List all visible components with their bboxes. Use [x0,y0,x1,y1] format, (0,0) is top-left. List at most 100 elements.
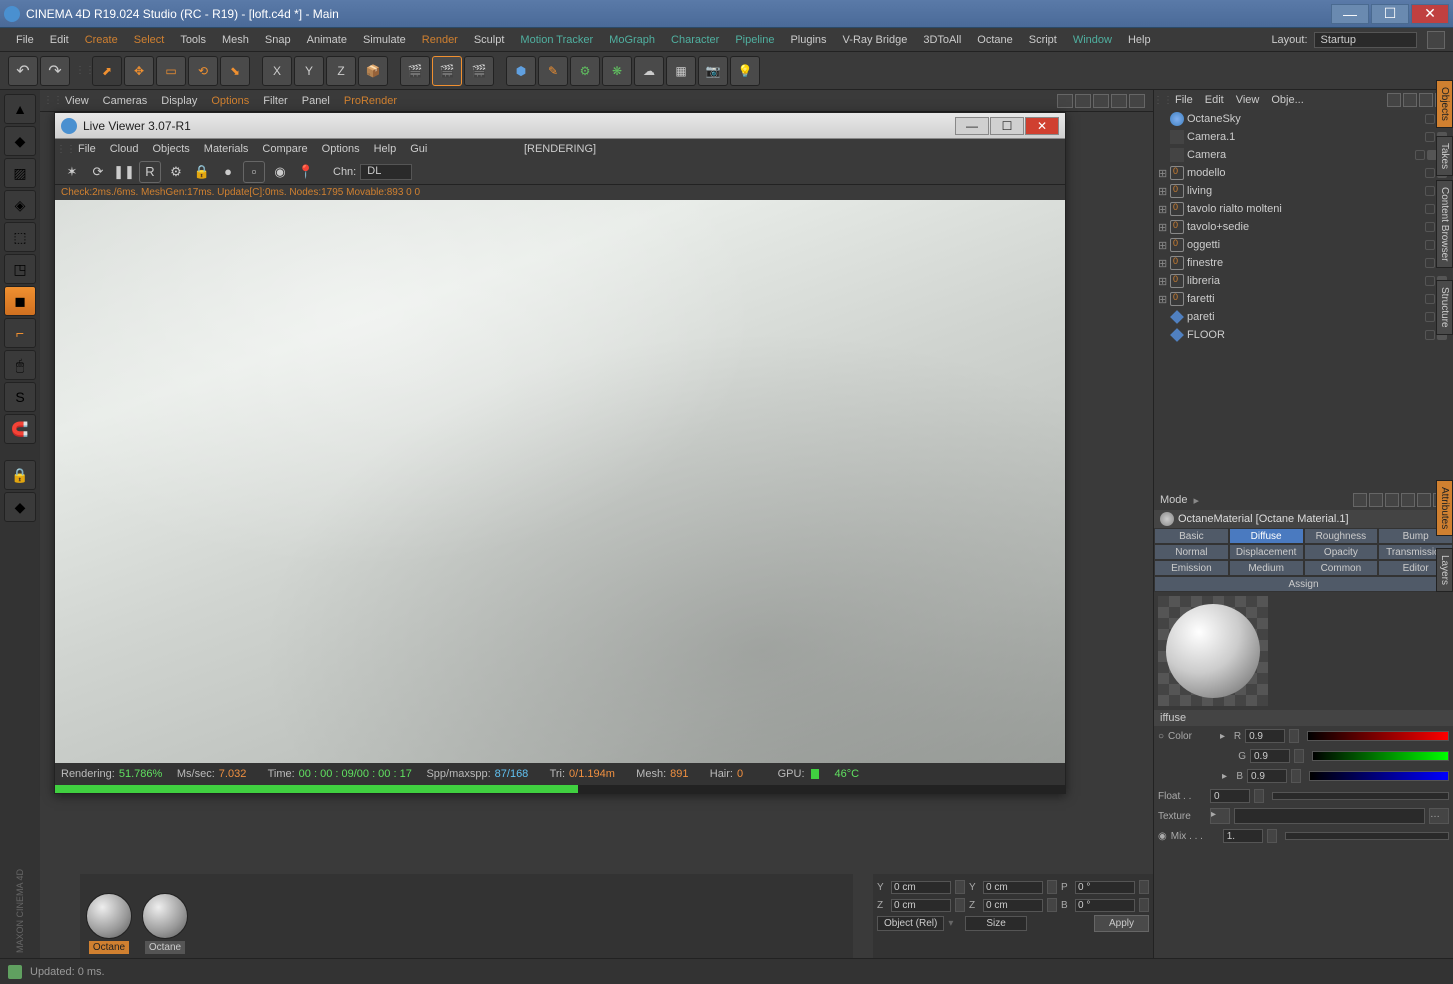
light-button[interactable]: 💡 [730,56,760,86]
texture-mode-button[interactable]: ▨ [4,158,36,188]
obj-menu-objects[interactable]: Obje... [1266,94,1308,106]
attr-mode-label[interactable]: Mode [1160,494,1188,506]
make-editable-button[interactable]: ▲ [4,94,36,124]
expand-icon[interactable]: ⊞ [1158,293,1170,306]
vp-nav-icon[interactable] [1075,94,1091,108]
axis-x-button[interactable]: X [262,56,292,86]
minimize-button[interactable]: — [1331,4,1369,24]
attr-tab-medium[interactable]: Medium [1229,560,1304,576]
coord-b-field[interactable] [1075,899,1135,912]
menu-plugins[interactable]: Plugins [782,34,834,46]
menu-snap[interactable]: Snap [257,34,299,46]
nav-up-icon[interactable] [1385,493,1399,507]
vp-menu-prorender[interactable]: ProRender [337,95,404,107]
lv-maximize-button[interactable]: ☐ [990,117,1024,135]
expand-icon[interactable]: ⊞ [1158,257,1170,270]
mix-slider[interactable] [1285,832,1449,840]
float-slider[interactable] [1272,792,1449,800]
vp-nav-icon[interactable] [1111,94,1127,108]
vis-dot[interactable] [1425,258,1435,268]
lv-titlebar[interactable]: Live Viewer 3.07-R1 — ☐ ✕ [55,113,1065,139]
menu-vray-bridge[interactable]: V-Ray Bridge [835,34,916,46]
lv-settings-button[interactable]: ⚙ [165,161,187,183]
grip-icon[interactable]: ⋮⋮ [61,144,71,155]
vis-dot[interactable] [1425,294,1435,304]
menu-sculpt[interactable]: Sculpt [466,34,513,46]
panel-icon[interactable] [1387,93,1401,107]
lv-pause-button[interactable]: ❚❚ [113,161,135,183]
material-manager[interactable]: Octane Octane [80,874,853,958]
float-field[interactable] [1210,789,1250,803]
obj-menu-edit[interactable]: Edit [1200,94,1229,106]
move-tool[interactable]: ✥ [124,56,154,86]
lv-channel-dropdown[interactable]: DL [360,164,412,180]
tree-row[interactable]: ⊞modello [1154,164,1453,182]
vis-dot[interactable] [1425,222,1435,232]
expand-icon[interactable]: ⊞ [1158,221,1170,234]
edge-mode-button[interactable]: ◳ [4,254,36,284]
panel-icon[interactable] [1403,93,1417,107]
menu-select[interactable]: Select [126,34,173,46]
expand-icon[interactable]: ⊞ [1158,239,1170,252]
mix-field[interactable] [1223,829,1263,843]
expand-icon[interactable]: ⊞ [1158,203,1170,216]
tree-row[interactable]: ⊞tavolo+sedie [1154,218,1453,236]
menu-edit[interactable]: Edit [42,34,77,46]
vis-dot[interactable] [1425,312,1435,322]
coord-mode-dropdown[interactable]: Object (Rel) [877,916,944,931]
vis-dot[interactable] [1415,150,1425,160]
chevron-right-icon[interactable]: ▸ [1194,494,1200,507]
vtab-takes[interactable]: Takes [1436,136,1453,176]
vis-dot[interactable] [1425,330,1435,340]
search-icon[interactable] [1401,493,1415,507]
render-region-button[interactable]: 🎬 [464,56,494,86]
rotate-tool[interactable]: ⟲ [188,56,218,86]
axis-z-button[interactable]: Z [326,56,356,86]
axis-button[interactable]: ⌐ [4,318,36,348]
vp-nav-icon[interactable] [1057,94,1073,108]
pen-tool[interactable]: ✎ [538,56,568,86]
lv-menu-objects[interactable]: Objects [145,143,196,155]
vp-menu-cameras[interactable]: Cameras [96,95,155,107]
radio-icon[interactable]: ◉ [1158,831,1167,842]
vp-menu-filter[interactable]: Filter [256,95,294,107]
menu-create[interactable]: Create [77,34,126,46]
attr-tab-opacity[interactable]: Opacity [1304,544,1379,560]
lv-menu-gui[interactable]: Gui [403,143,434,155]
red-slider[interactable] [1307,731,1449,741]
viewport-solo-button[interactable]: ◆ [4,492,36,522]
object-tree[interactable]: OctaneSkyCamera.1Camera⊞modello⊞living⊞t… [1154,110,1453,490]
lv-refresh-button[interactable]: ⟳ [87,161,109,183]
menu-tools[interactable]: Tools [172,34,214,46]
axis-y-button[interactable]: Y [294,56,324,86]
camera-button[interactable]: 📷 [698,56,728,86]
lv-render-view[interactable] [55,200,1065,763]
coord-size-dropdown[interactable]: Size [965,916,1026,931]
attr-tab-diffuse[interactable]: Diffuse [1229,528,1304,544]
snap-button[interactable]: S [4,382,36,412]
r-field[interactable] [1245,729,1285,743]
menu-simulate[interactable]: Simulate [355,34,414,46]
vis-dot[interactable] [1425,132,1435,142]
lv-start-button[interactable]: ✶ [61,161,83,183]
expand-icon[interactable]: ⊞ [1158,167,1170,180]
vp-menu-display[interactable]: Display [154,95,204,107]
texture-picker-button[interactable]: ▸ [1210,808,1230,824]
spinner-icon[interactable] [1291,769,1301,783]
viewport-body[interactable]: Live Viewer 3.07-R1 — ☐ ✕ ⋮⋮ File Cloud … [40,112,1153,958]
menu-character[interactable]: Character [663,34,727,46]
spinner-icon[interactable] [1289,729,1299,743]
lv-menu-file[interactable]: File [71,143,103,155]
menu-help[interactable]: Help [1120,34,1159,46]
lv-clay-button[interactable]: ▫ [243,161,265,183]
vtab-structure[interactable]: Structure [1436,280,1453,335]
expand-icon[interactable]: ⊞ [1158,275,1170,288]
tree-row[interactable]: ⊞finestre [1154,254,1453,272]
apply-button[interactable]: Apply [1094,915,1149,932]
panel-icon[interactable] [1419,93,1433,107]
layout-dropdown[interactable]: Startup [1314,32,1417,48]
obj-menu-file[interactable]: File [1170,94,1198,106]
lv-menu-options[interactable]: Options [315,143,367,155]
tree-row[interactable]: ⊞faretti [1154,290,1453,308]
texture-browse-button[interactable]: … [1429,808,1449,824]
